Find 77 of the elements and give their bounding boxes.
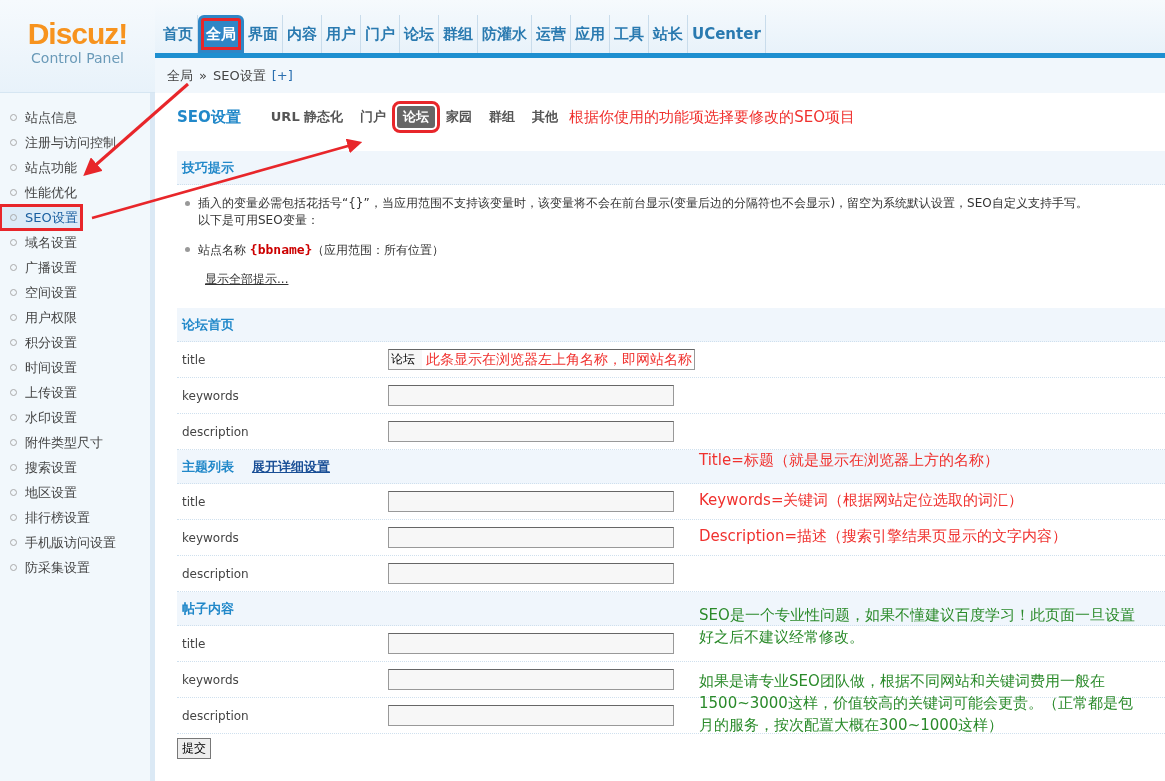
page-title: SEO设置 [177,107,241,127]
annotation-text: Title=标题（就是显示在浏览器上方的名称） [699,450,999,470]
section-title: 主题列表 [182,457,234,476]
sidebar-item[interactable]: 空间设置 [0,280,150,305]
submit-button[interactable]: 提交 [177,738,211,759]
nav-tab[interactable]: UCenter [688,15,766,53]
breadcrumb-separator: » [199,68,207,83]
annotation-text: SEO是一个专业性问题，如果不懂建议百度学习！此页面一旦设置好之后不建议经常修改。 [699,605,1136,648]
sub-tab[interactable]: 家园 [440,106,479,128]
sidebar-item[interactable]: 上传设置 [0,380,150,405]
expand-link[interactable]: 展开详细设置 [252,457,330,476]
section-title: 技巧提示 [182,158,234,177]
sidebar-item[interactable]: 排行榜设置 [0,505,150,530]
input-field[interactable] [388,385,674,406]
annotation-text: Keywords=关键词（根据网站定位选取的词汇） [699,490,1024,510]
sub-tab[interactable]: 群组 [483,106,522,128]
sidebar-item[interactable]: 积分设置 [0,330,150,355]
field-label: keywords [182,672,240,687]
breadcrumb-link[interactable]: 全局 [167,66,193,85]
sub-tab[interactable]: 其他 [526,106,565,128]
sidebar-item[interactable]: SEO设置 [0,205,82,230]
field-label: description [182,566,250,581]
sidebar-item[interactable]: 广播设置 [0,255,150,280]
nav-tab[interactable]: 全局 [198,15,244,53]
field-label: title [182,636,207,651]
nav-tab[interactable]: 内容 [283,15,322,53]
annotation-text: 如果是请专业SEO团队做，根据不同网站和关键词费用一般在1500~3000这样，价值较高的关键词可能会更贵。（正常都是包月的服务，按次配置大概在300~1000这样） [699,671,1134,736]
input-field[interactable] [388,705,674,726]
bullet-icon [185,201,190,206]
input-field[interactable] [388,563,674,584]
sidebar-item[interactable]: 水印设置 [0,405,150,430]
nav-tab[interactable]: 防灌水 [478,15,532,53]
nav-tab[interactable]: 站长 [649,15,688,53]
sidebar-item[interactable]: 搜索设置 [0,455,150,480]
field-label: keywords [182,530,240,545]
input-field[interactable] [388,491,674,512]
field-label: keywords [182,388,240,403]
sidebar-item[interactable]: 手机版访问设置 [0,530,150,555]
field-label: title [182,494,207,509]
bullet-icon [185,247,190,252]
sidebar-item[interactable]: 域名设置 [0,230,150,255]
input-field[interactable] [388,669,674,690]
sidebar-item[interactable]: 站点信息 [0,105,150,130]
sidebar-item[interactable]: 附件类型尺寸 [0,430,150,455]
nav-tab[interactable]: 界面 [244,15,283,53]
sidebar-item[interactable]: 时间设置 [0,355,150,380]
input-field[interactable] [388,633,674,654]
nav-tab[interactable]: 运营 [532,15,571,53]
add-link[interactable]: [+] [271,68,293,83]
tip-text: 站点名称 {bbname}（应用范围：所有位置） [198,241,445,259]
field-label: title [182,352,207,367]
annotation-text: Description=描述（搜索引擎结果页显示的文字内容） [699,526,1067,546]
sidebar-item[interactable]: 防采集设置 [0,555,150,580]
sidebar-item[interactable]: 性能优化 [0,180,150,205]
sub-tab[interactable]: 门户 [354,106,393,128]
section-title: 论坛首页 [182,315,234,334]
input-field[interactable] [388,421,674,442]
breadcrumb-current: SEO设置 [212,66,266,85]
nav-tab[interactable]: 门户 [361,15,400,53]
nav-tab[interactable]: 工具 [610,15,649,53]
sidebar-item[interactable]: 地区设置 [0,480,150,505]
sidebar-item[interactable]: 用户权限 [0,305,150,330]
nav-tab[interactable]: 应用 [571,15,610,53]
sub-tab[interactable]: URL 静态化 [264,106,350,128]
section-title: 帖子内容 [182,599,234,618]
input-field[interactable] [388,527,674,548]
logo-subtitle: Control Panel [31,50,124,66]
nav-tab[interactable]: 群组 [439,15,478,53]
logo: Discuz! [27,18,128,50]
nav-tab[interactable]: 论坛 [400,15,439,53]
field-label: description [182,424,250,439]
field-label: description [182,708,250,723]
sidebar-item[interactable]: 站点功能 [0,155,150,180]
nav-tab[interactable]: 用户 [322,15,361,53]
tip-text: 插入的变量必需包括花括号“{}”，当应用范围不支持该变量时，该变量将不会在前台显示(变量后边的分隔符也不会显示)，留空为系统默认设置，SEO自定义支持手写。 以下是可用SEO变量： [198,195,1088,229]
annotation-text: 根据你使用的功能项选择要修改的SEO项目 [569,107,855,127]
show-all-link[interactable]: 显示全部提示... [205,271,1165,288]
